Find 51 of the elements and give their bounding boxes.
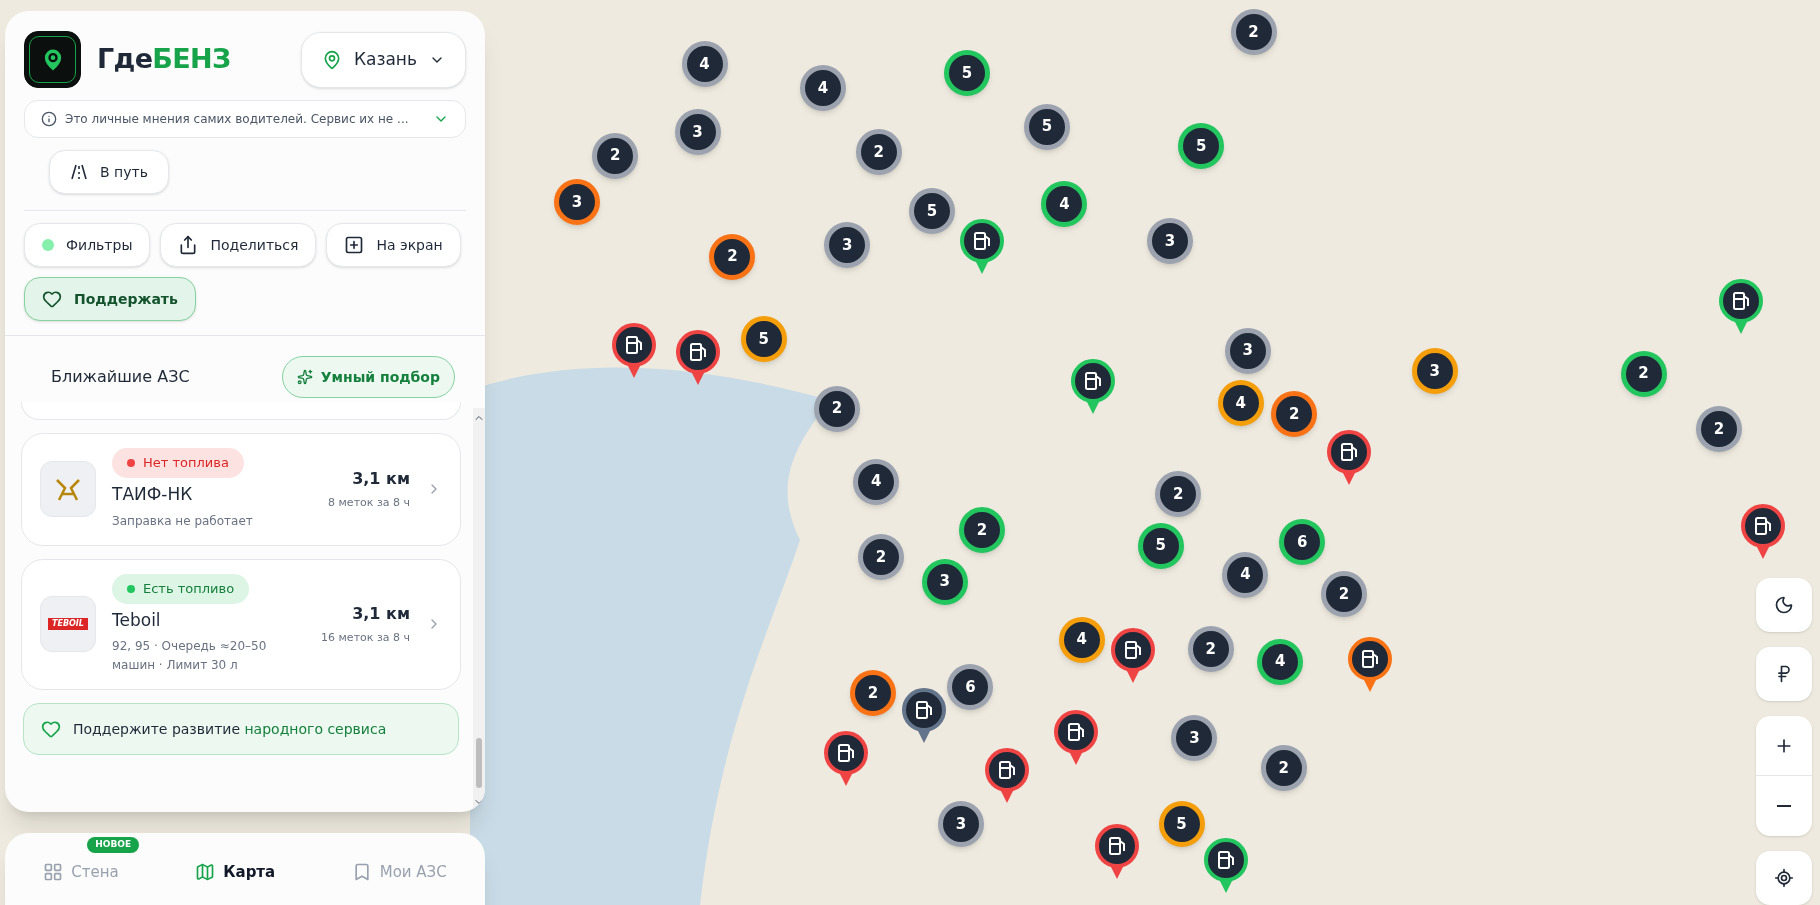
fuel-pin-marker[interactable] bbox=[674, 328, 721, 387]
smart-pick-button[interactable]: Умный подбор bbox=[281, 356, 455, 398]
station-details: 92, 95 · Очередь ≈20–50 машин · Лимит 30 л bbox=[112, 638, 268, 674]
fuel-pin-marker[interactable] bbox=[1325, 428, 1372, 487]
notice-bar[interactable]: Это личные мнения самих водителей. Сервис их не ... bbox=[24, 100, 466, 138]
notice-text: Это личные мнения самих водителей. Сервис их не ... bbox=[65, 111, 410, 128]
grid-icon bbox=[43, 862, 64, 883]
station-name: Teboil bbox=[112, 608, 162, 632]
station-details: Заправка не работает bbox=[112, 512, 254, 530]
fuel-pin-marker[interactable] bbox=[1070, 357, 1117, 416]
minus-icon bbox=[1777, 805, 1791, 807]
station-card[interactable]: TEBOIL Есть топливо Teboil 92, 95 · Очередь ≈20–50 машин · Лимит 30 л 3,1 км 16 меток за 8 ч bbox=[21, 558, 461, 690]
fuel-pin-marker[interactable] bbox=[610, 321, 657, 380]
section-title: Ближайшие АЗС bbox=[51, 366, 190, 388]
app-name: ГдеБЕНЗ bbox=[97, 42, 231, 77]
marks-count: 16 меток за 8 ч bbox=[321, 630, 410, 646]
station-name: ТАИФ-НК bbox=[112, 483, 194, 506]
share-icon bbox=[178, 235, 199, 255]
support-text: Поддержите развитие народного сервиса bbox=[73, 719, 387, 739]
support-banner[interactable]: Поддержите развитие народного сервиса bbox=[23, 703, 459, 755]
currency-button[interactable] bbox=[1756, 647, 1812, 701]
distance-text: 3,1 км bbox=[352, 603, 410, 625]
marks-count: 8 меток за 8 ч bbox=[328, 495, 410, 511]
heart-icon bbox=[42, 289, 62, 309]
locate-button[interactable] bbox=[1756, 851, 1812, 905]
moon-icon bbox=[1774, 595, 1794, 615]
map-icon bbox=[195, 862, 216, 883]
fuel-status-badge: Нет топлива bbox=[112, 448, 244, 478]
support-button[interactable]: Поддержать bbox=[24, 277, 196, 321]
route-button[interactable]: В путь bbox=[49, 150, 169, 194]
info-icon bbox=[41, 111, 57, 127]
fuel-status-badge: Есть топливо bbox=[112, 573, 250, 604]
fuel-pin-marker[interactable] bbox=[1718, 277, 1765, 336]
fuel-pin-marker[interactable] bbox=[1109, 627, 1156, 685]
action-button[interactable]: Поделиться bbox=[160, 223, 317, 267]
nav-tab[interactable]: Карта bbox=[195, 861, 276, 884]
fuel-pin-marker[interactable] bbox=[984, 746, 1031, 805]
distance-text: 3,1 км bbox=[352, 468, 410, 490]
station-logo: TEBOIL bbox=[40, 596, 96, 653]
heart-icon bbox=[41, 719, 61, 739]
city-selector[interactable]: Казань bbox=[300, 31, 466, 88]
fuel-pin-marker[interactable] bbox=[1740, 502, 1787, 561]
road-icon bbox=[70, 163, 88, 181]
action-button[interactable]: На экран bbox=[326, 223, 461, 267]
dark-mode-button[interactable] bbox=[1756, 578, 1812, 632]
action-button[interactable]: Фильтры bbox=[24, 223, 151, 267]
sparkles-icon bbox=[296, 369, 313, 385]
add-square-icon bbox=[344, 235, 365, 255]
locate-icon bbox=[1774, 868, 1794, 888]
station-card[interactable]: Нет топлива ТАИФ-НК Заправка не работает 3,1 км 8 меток за 8 ч bbox=[21, 433, 461, 546]
new-badge: НОВОЕ bbox=[87, 837, 140, 853]
